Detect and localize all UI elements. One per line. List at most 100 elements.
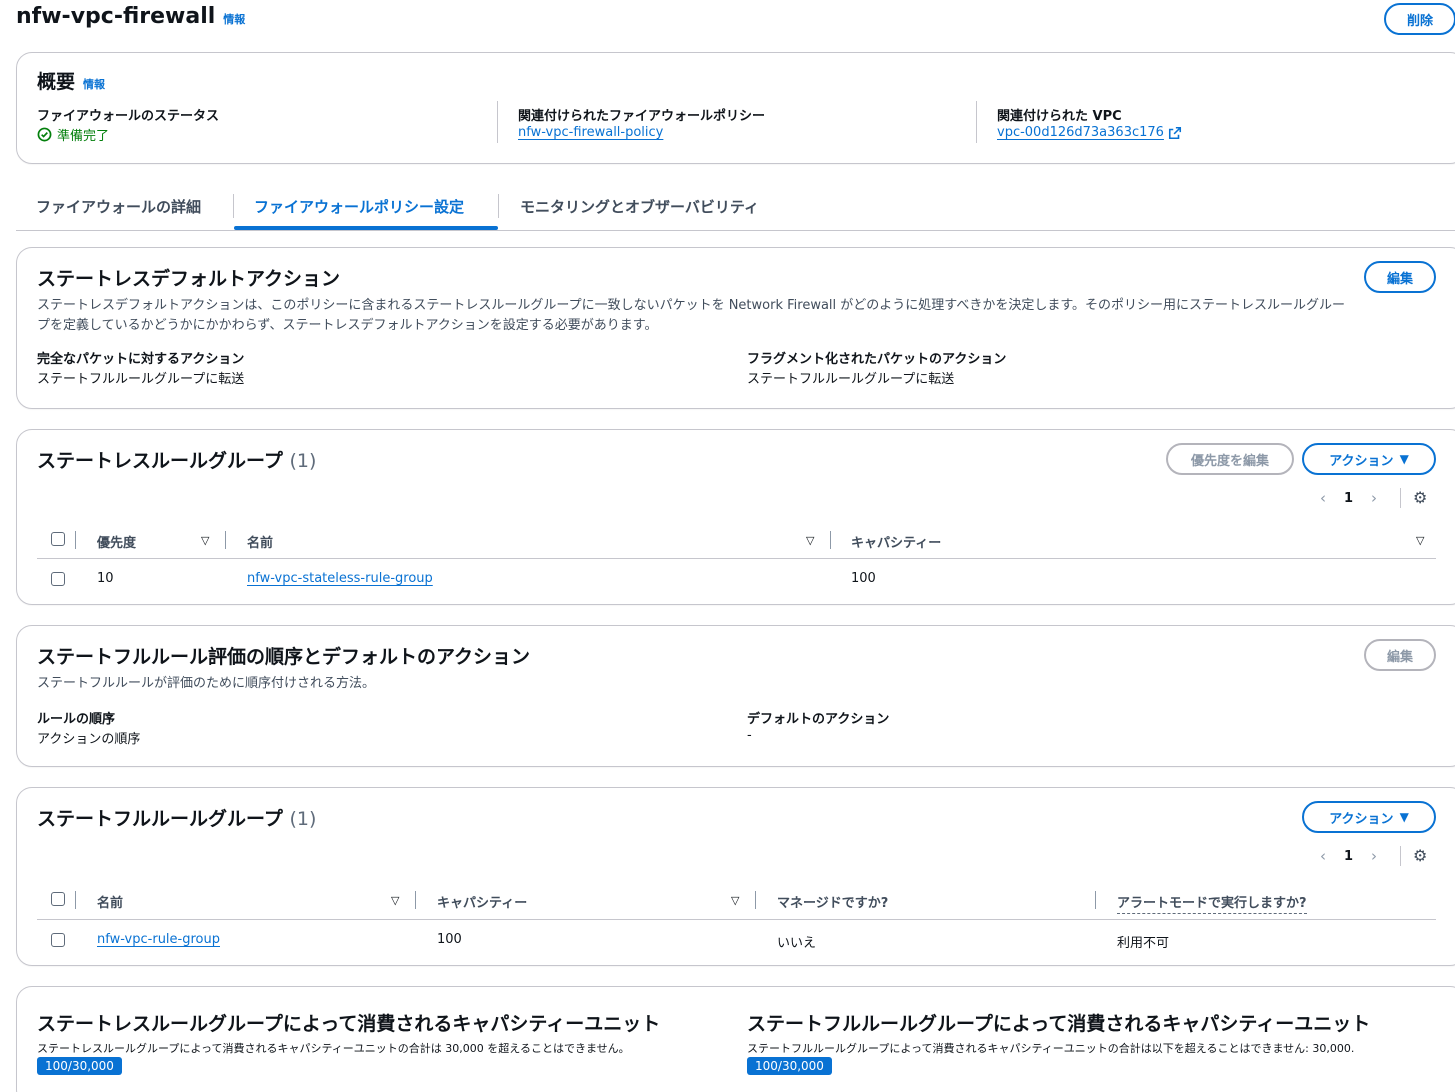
page-number[interactable]: 1 — [1344, 491, 1353, 506]
row-name-link[interactable]: nfw-vpc-stateless-rule-group — [247, 571, 433, 586]
default-action-label: デフォルトのアクション — [747, 712, 890, 727]
select-all-checkbox[interactable] — [51, 892, 65, 906]
vpc-link-wrap[interactable]: vpc-00d126d73a363c176 — [997, 125, 1182, 140]
stateless-actions-button[interactable]: アクション ▼ — [1302, 443, 1436, 475]
table-header-border — [37, 558, 1436, 559]
pager-divider — [1400, 488, 1401, 508]
row-name-link[interactable]: nfw-vpc-rule-group — [97, 932, 220, 947]
stateless-pagination: ‹ 1 › — [1320, 489, 1377, 507]
col-managed[interactable]: マネージドですか? — [777, 892, 888, 911]
rule-order-label: ルールの順序 — [37, 712, 116, 727]
col-capacity[interactable]: キャパシティー — [437, 892, 527, 911]
fragment-label: フラグメント化されたパケットのアクション — [747, 352, 1007, 367]
stateless-default-desc-1: ステートレスデフォルトアクションは、このポリシーに含まれるステートレスルールグル… — [37, 298, 1346, 313]
stateful-groups-title: ステートフルルールグループ (1) — [37, 804, 316, 831]
sort-caret-icon[interactable]: ▽ — [391, 894, 399, 907]
edit-priority-label: 優先度を編集 — [1190, 453, 1269, 469]
gear-icon[interactable]: ⚙ — [1413, 846, 1427, 865]
stateful-groups-count: (1) — [289, 808, 317, 830]
overview-card: 概要 情報 ファイアウォールのステータス 準備完了 関連付けられたファイアウォー… — [16, 52, 1455, 164]
chevron-right-icon[interactable]: › — [1371, 847, 1377, 865]
stateless-default-title: ステートレスデフォルトアクション — [37, 268, 341, 290]
stateful-pagination: ‹ 1 › — [1320, 847, 1377, 865]
status-label: ファイアウォールのステータス — [37, 109, 220, 124]
tab-firewall-details[interactable]: ファイアウォールの詳細 — [36, 196, 201, 217]
policy-label: 関連付けられたファイアウォールポリシー — [518, 109, 766, 124]
stateful-capacity-badge: 100/30,000 — [747, 1057, 832, 1075]
gear-icon[interactable]: ⚙ — [1413, 488, 1427, 507]
col-divider — [1095, 891, 1096, 909]
external-link-icon — [1168, 126, 1181, 139]
table-header-border — [37, 919, 1436, 920]
rule-order-value: アクションの順序 — [37, 732, 141, 747]
row-checkbox[interactable] — [51, 933, 65, 947]
stateless-capacity-title: ステートレスルールグループによって消費されるキャパシティーユニット — [37, 1013, 661, 1035]
tab-policy-settings[interactable]: ファイアウォールポリシー設定 — [254, 196, 464, 217]
stateful-groups-card: ステートフルルールグループ (1) アクション ▼ ‹ 1 › ⚙ 名前 ▽ キ… — [16, 787, 1455, 966]
page-info-link[interactable]: 情報 — [223, 11, 245, 27]
stateless-groups-title: ステートレスルールグループ (1) — [37, 446, 316, 473]
vpc-link[interactable]: vpc-00d126d73a363c176 — [997, 125, 1164, 140]
stateful-order-card: ステートフルルール評価の順序とデフォルトのアクション 編集 ステートフルルールが… — [16, 625, 1455, 767]
stateless-groups-count: (1) — [289, 450, 317, 472]
sort-caret-icon[interactable]: ▽ — [806, 534, 814, 547]
overview-title-text: 概要 — [37, 71, 76, 93]
policy-link[interactable]: nfw-vpc-firewall-policy — [518, 125, 663, 140]
stateless-default-edit-label: 編集 — [1386, 271, 1413, 287]
col-alert-mode[interactable]: アラートモードで実行しますか? — [1117, 892, 1307, 914]
delete-button-label: 削除 — [1406, 13, 1433, 29]
stateless-actions-label: アクション — [1329, 453, 1394, 469]
stateful-groups-title-text: ステートフルルールグループ — [37, 808, 283, 830]
stateless-default-card: ステートレスデフォルトアクション 編集 ステートレスデフォルトアクションは、この… — [16, 247, 1455, 409]
col-priority[interactable]: 優先度 — [97, 532, 136, 551]
overview-title: 概要 情報 — [37, 67, 105, 94]
stateless-default-edit-button[interactable]: 編集 — [1364, 261, 1436, 293]
caret-down-icon: ▼ — [1399, 452, 1409, 466]
col-name[interactable]: 名前 — [97, 892, 123, 911]
stateful-order-desc: ステートフルルールが評価のために順序付けされる方法。 — [37, 676, 376, 691]
chevron-left-icon[interactable]: ‹ — [1320, 847, 1326, 865]
stateful-order-title: ステートフルルール評価の順序とデフォルトのアクション — [37, 646, 531, 668]
default-action-value: - — [747, 728, 752, 743]
pager-divider — [1400, 846, 1401, 866]
row-priority: 10 — [97, 571, 114, 586]
edit-priority-button[interactable]: 優先度を編集 — [1166, 443, 1294, 475]
status-value: 準備完了 — [37, 125, 109, 144]
col-divider — [830, 531, 831, 549]
chevron-left-icon[interactable]: ‹ — [1320, 489, 1326, 507]
stateless-capacity-badge: 100/30,000 — [37, 1057, 122, 1075]
page-title-text: nfw-vpc-firewall — [16, 4, 216, 29]
fragment-value: ステートフルルールグループに転送 — [747, 372, 955, 387]
col-name[interactable]: 名前 — [247, 532, 273, 551]
select-all-checkbox[interactable] — [51, 532, 65, 546]
chevron-right-icon[interactable]: › — [1371, 489, 1377, 507]
overview-divider-2 — [976, 101, 977, 143]
sort-caret-icon[interactable]: ▽ — [1416, 534, 1424, 547]
status-value-text: 準備完了 — [57, 129, 110, 144]
tab-divider-2 — [498, 194, 499, 218]
full-packet-label: 完全なパケットに対するアクション — [37, 352, 245, 367]
row-capacity: 100 — [437, 932, 462, 947]
stateful-order-edit-button[interactable]: 編集 — [1364, 639, 1436, 671]
stateful-order-edit-label: 編集 — [1386, 649, 1413, 665]
tabs-bottom-border — [16, 230, 1455, 231]
overview-divider-1 — [497, 101, 498, 143]
row-alert-mode: 利用不可 — [1117, 936, 1170, 951]
sort-caret-icon[interactable]: ▽ — [731, 894, 739, 907]
col-divider — [755, 891, 756, 909]
page-title: nfw-vpc-firewall 情報 — [16, 4, 245, 29]
stateful-capacity-desc: ステートフルルールグループによって消費されるキャパシティーユニットの合計は以下を… — [747, 1042, 1355, 1055]
col-capacity[interactable]: キャパシティー — [851, 532, 941, 551]
overview-info-link[interactable]: 情報 — [83, 76, 105, 92]
stateless-groups-card: ステートレスルールグループ (1) 優先度を編集 アクション ▼ ‹ 1 › ⚙… — [16, 429, 1455, 605]
stateful-actions-button[interactable]: アクション ▼ — [1302, 801, 1436, 833]
row-managed: いいえ — [777, 936, 817, 951]
row-checkbox[interactable] — [51, 572, 65, 586]
tab-monitoring[interactable]: モニタリングとオブザーバビリティ — [520, 196, 759, 217]
stateful-capacity-title: ステートフルルールグループによって消費されるキャパシティーユニット — [747, 1013, 1371, 1035]
sort-caret-icon[interactable]: ▽ — [201, 534, 209, 547]
page-number[interactable]: 1 — [1344, 849, 1353, 864]
delete-button[interactable]: 削除 — [1384, 3, 1455, 35]
col-divider — [225, 531, 226, 549]
col-divider — [415, 891, 416, 909]
